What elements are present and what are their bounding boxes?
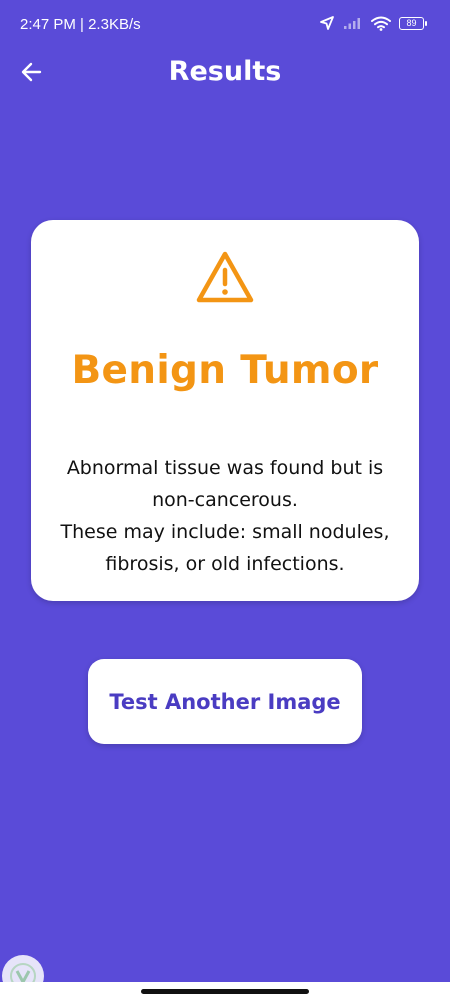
test-another-image-button[interactable]: Test Another Image [88, 659, 362, 744]
result-description: Abnormal tissue was found but is non-can… [60, 457, 390, 575]
page-title: Results [168, 56, 282, 87]
battery-level: 89 [406, 18, 417, 28]
result-title: Benign Tumor [71, 348, 379, 393]
navigation-bar [0, 982, 450, 1000]
wifi-icon [371, 16, 391, 31]
app-header: Results [0, 50, 450, 96]
battery-icon: 89 [399, 16, 427, 30]
status-icons: 89 [319, 15, 427, 31]
location-arrow-icon [320, 16, 334, 30]
status-bar: 2:47 PM | 2.3KB/s 89 [0, 0, 450, 50]
warning-triangle-icon [196, 251, 254, 303]
result-card: Benign Tumor Abnormal tissue was found b… [31, 220, 419, 601]
status-time: 2:47 PM | 2.3KB/s [20, 16, 141, 33]
signal-icon [344, 18, 360, 29]
home-indicator[interactable] [141, 989, 309, 994]
